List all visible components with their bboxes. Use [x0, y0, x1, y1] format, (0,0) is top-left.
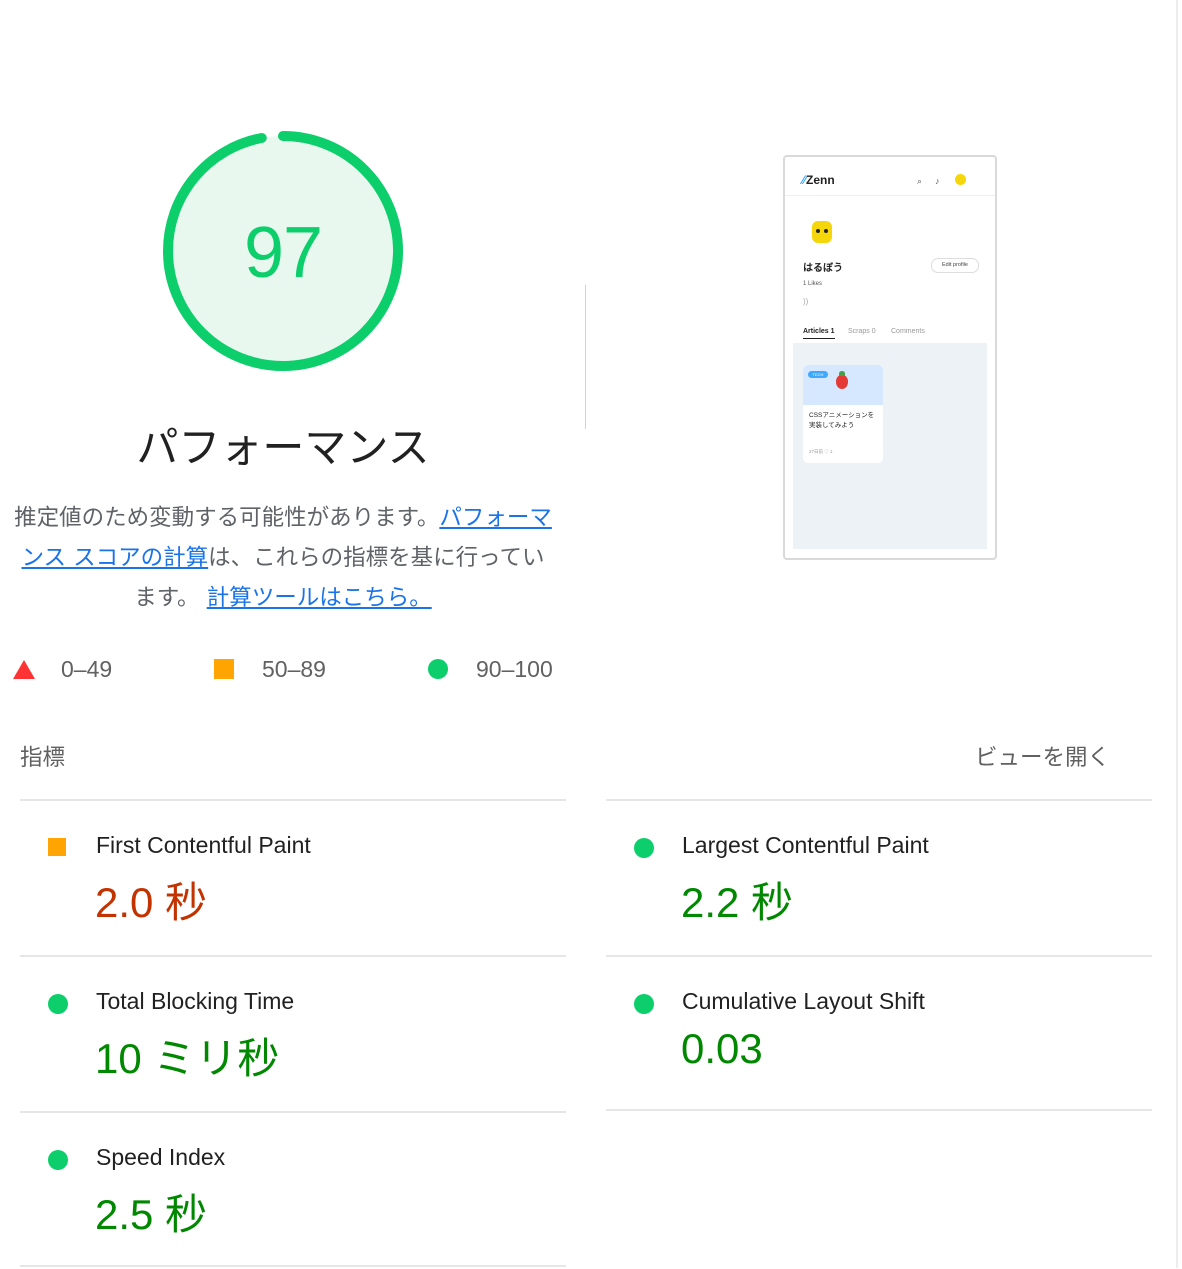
metric-title: Total Blocking Time [96, 988, 295, 1014]
legend-average: 50–89 [214, 652, 326, 686]
rss-icon: )) [803, 297, 809, 306]
average-square-icon [48, 838, 66, 856]
performance-description: 推定値のため変動する可能性があります。パフォーマンス スコアの計算は、これらの指… [12, 498, 554, 618]
metric-value: 2.2 秒 [681, 879, 794, 926]
pass-circle-icon [48, 1150, 68, 1170]
thumb-edit-profile-button: Edit profile [931, 258, 979, 273]
zenn-logo: ⁄⁄Zenn [802, 173, 835, 187]
performance-score: 97 [243, 213, 323, 293]
legend-fail-label: 0–49 [61, 655, 113, 682]
description-prefix: 推定値のため変動する可能性があります。 [14, 505, 440, 531]
metric-title: First Contentful Paint [96, 832, 311, 858]
strawberry-icon [836, 371, 848, 389]
metric-first-contentful-paint[interactable]: First Contentful Paint 2.0 秒 [20, 801, 566, 957]
pass-circle-icon [634, 838, 654, 858]
page-right-border [1176, 0, 1178, 1268]
thumb-likes: 1 Likes [803, 281, 823, 287]
avatar [805, 215, 839, 249]
pass-circle-icon [48, 994, 68, 1014]
fail-triangle-icon [13, 659, 35, 679]
thumb-user-name: はるぼう [803, 263, 843, 274]
calculator-link[interactable]: 計算ツールはこちら。 [207, 585, 432, 611]
vertical-divider [585, 285, 586, 429]
metric-title: Largest Contentful Paint [682, 832, 929, 858]
thumb-header: ⁄⁄Zenn ⌕ ♪ [785, 157, 995, 196]
thumb-content-area: TECH CSSアニメーションを実装してみよう 27日前 ♡ 1 [793, 343, 987, 549]
legend-fail: 0–49 [13, 652, 112, 686]
performance-title: パフォーマンス [136, 423, 430, 472]
metric-title: Cumulative Layout Shift [682, 988, 925, 1014]
thumb-card-title: CSSアニメーションを実装してみよう [809, 412, 875, 429]
thumb-tab-scraps: Scraps 0 [848, 328, 876, 335]
thumb-tab-articles: Articles 1 [803, 328, 835, 339]
metric-total-blocking-time[interactable]: Total Blocking Time 10 ミリ秒 [20, 957, 566, 1113]
zenn-logo-text: Zenn [806, 173, 835, 187]
performance-gauge[interactable]: 97 [162, 130, 404, 372]
metric-value: 10 ミリ秒 [95, 1035, 280, 1082]
metric-value: 0.03 [681, 1025, 763, 1072]
pass-circle-icon [634, 994, 654, 1014]
legend-average-label: 50–89 [262, 655, 326, 682]
metric-speed-index[interactable]: Speed Index 2.5 秒 [20, 1113, 566, 1269]
avatar-small-icon [955, 174, 966, 185]
metric-title: Speed Index [96, 1144, 226, 1170]
average-square-icon [214, 659, 234, 679]
metric-value: 2.0 秒 [95, 879, 208, 926]
metrics-label: 指標 [20, 745, 66, 771]
pass-circle-icon [428, 659, 448, 679]
metric-value: 2.5 秒 [95, 1191, 208, 1238]
thumb-tech-badge: TECH [808, 371, 828, 378]
legend-pass-label: 90–100 [476, 655, 553, 682]
thumb-article-card: TECH CSSアニメーションを実装してみよう 27日前 ♡ 1 [803, 365, 883, 463]
score-legend: 0–49 50–89 90–100 [0, 652, 566, 686]
thumb-tabs: Articles 1 Scraps 0 Comments [803, 328, 983, 342]
metric-cumulative-layout-shift[interactable]: Cumulative Layout Shift 0.03 [606, 957, 1152, 1113]
thumb-tab-comments: Comments [891, 328, 925, 335]
view-toggle-button[interactable]: ビューを開く [975, 740, 1110, 772]
legend-pass: 90–100 [428, 652, 553, 686]
page-screenshot-thumbnail[interactable]: ⁄⁄Zenn ⌕ ♪ はるぼう Edit profile 1 Likes )) … [783, 155, 997, 560]
thumb-card-meta: 27日前 ♡ 1 [809, 449, 833, 454]
metric-largest-contentful-paint[interactable]: Largest Contentful Paint 2.2 秒 [606, 801, 1152, 957]
search-icon: ⌕ [917, 176, 923, 186]
bell-icon: ♪ [935, 176, 940, 186]
